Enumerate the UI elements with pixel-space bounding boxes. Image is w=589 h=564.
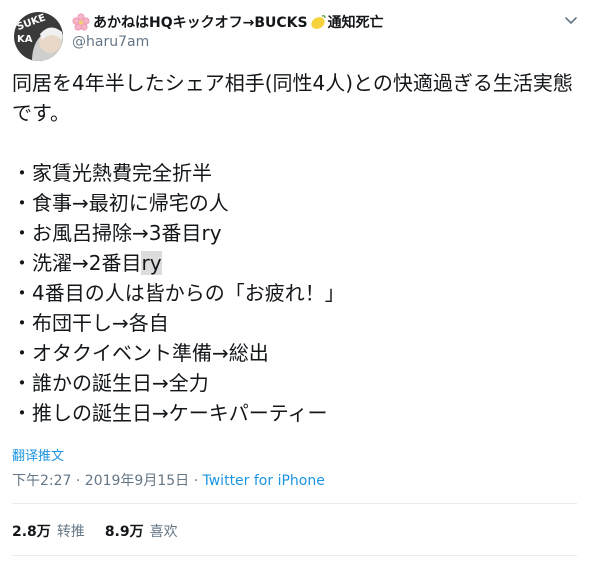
likes-stat[interactable]: 8.9万 喜欢 bbox=[105, 521, 178, 541]
tweet-text: 同居を4年半したシェア相手(同性4人)との快適過ぎる生活実態です。 ・家賃光熱費… bbox=[12, 68, 577, 428]
list-item: ・4番目の人は皆からの「お疲れ！」 bbox=[12, 281, 345, 305]
svg-text:KA: KA bbox=[17, 34, 33, 45]
translate-tweet-link[interactable]: 翻译推文 bbox=[12, 445, 64, 464]
user-handle[interactable]: @haru7am bbox=[72, 34, 149, 50]
list-item: ・推しの誕生日→ケーキパーティー bbox=[12, 401, 328, 425]
list-item: ・家賃光熱費完全折半 bbox=[12, 161, 212, 185]
cherry-blossom-icon bbox=[72, 13, 90, 31]
avatar[interactable]: SUKE KA bbox=[14, 12, 63, 61]
list-item: ・洗濯→2番目ry bbox=[12, 248, 577, 278]
retweets-count: 2.8万 bbox=[12, 524, 51, 540]
divider bbox=[12, 503, 577, 504]
list-item: ・オタクイベント準備→総出 bbox=[12, 341, 269, 365]
likes-label: 喜欢 bbox=[149, 524, 178, 540]
display-name[interactable]: あかねはHQキックオフ→BUCKS 通知死亡 bbox=[72, 12, 384, 32]
divider bbox=[12, 555, 577, 556]
source-link[interactable]: Twitter for iPhone bbox=[203, 473, 325, 489]
highlighted-text: ry bbox=[141, 251, 162, 275]
chevron-down-icon[interactable] bbox=[563, 12, 579, 28]
display-name-suffix: 通知死亡 bbox=[327, 15, 384, 31]
retweets-label: 转推 bbox=[56, 524, 85, 540]
list-item: ・食事→最初に帰宅の人 bbox=[12, 191, 229, 215]
list-item-text: ・洗濯→2番目 bbox=[12, 251, 142, 275]
lemon-icon bbox=[309, 13, 327, 31]
display-name-text: あかねはHQキックオフ→BUCKS bbox=[93, 15, 308, 31]
tweet-intro: 同居を4年半したシェア相手(同性4人)との快適過ぎる生活実態です。 bbox=[12, 71, 573, 125]
tweet-stats: 2.8万 转推 8.9万 喜欢 bbox=[12, 521, 198, 541]
tweet-meta: 下午2:27 · 2019年9月15日 · Twitter for iPhone bbox=[12, 470, 325, 490]
list-item: ・お風呂掃除→3番目ry bbox=[12, 221, 222, 245]
tweet-list: ・家賃光熱費完全折半 ・食事→最初に帰宅の人 ・お風呂掃除→3番目ry ・洗濯→… bbox=[12, 158, 577, 428]
timestamp[interactable]: 下午2:27 · 2019年9月15日 · bbox=[12, 473, 203, 489]
retweets-stat[interactable]: 2.8万 转推 bbox=[12, 521, 85, 541]
list-item: ・布団干し→各自 bbox=[12, 311, 169, 335]
likes-count: 8.9万 bbox=[104, 524, 144, 540]
list-item: ・誰かの誕生日→全力 bbox=[12, 371, 209, 395]
